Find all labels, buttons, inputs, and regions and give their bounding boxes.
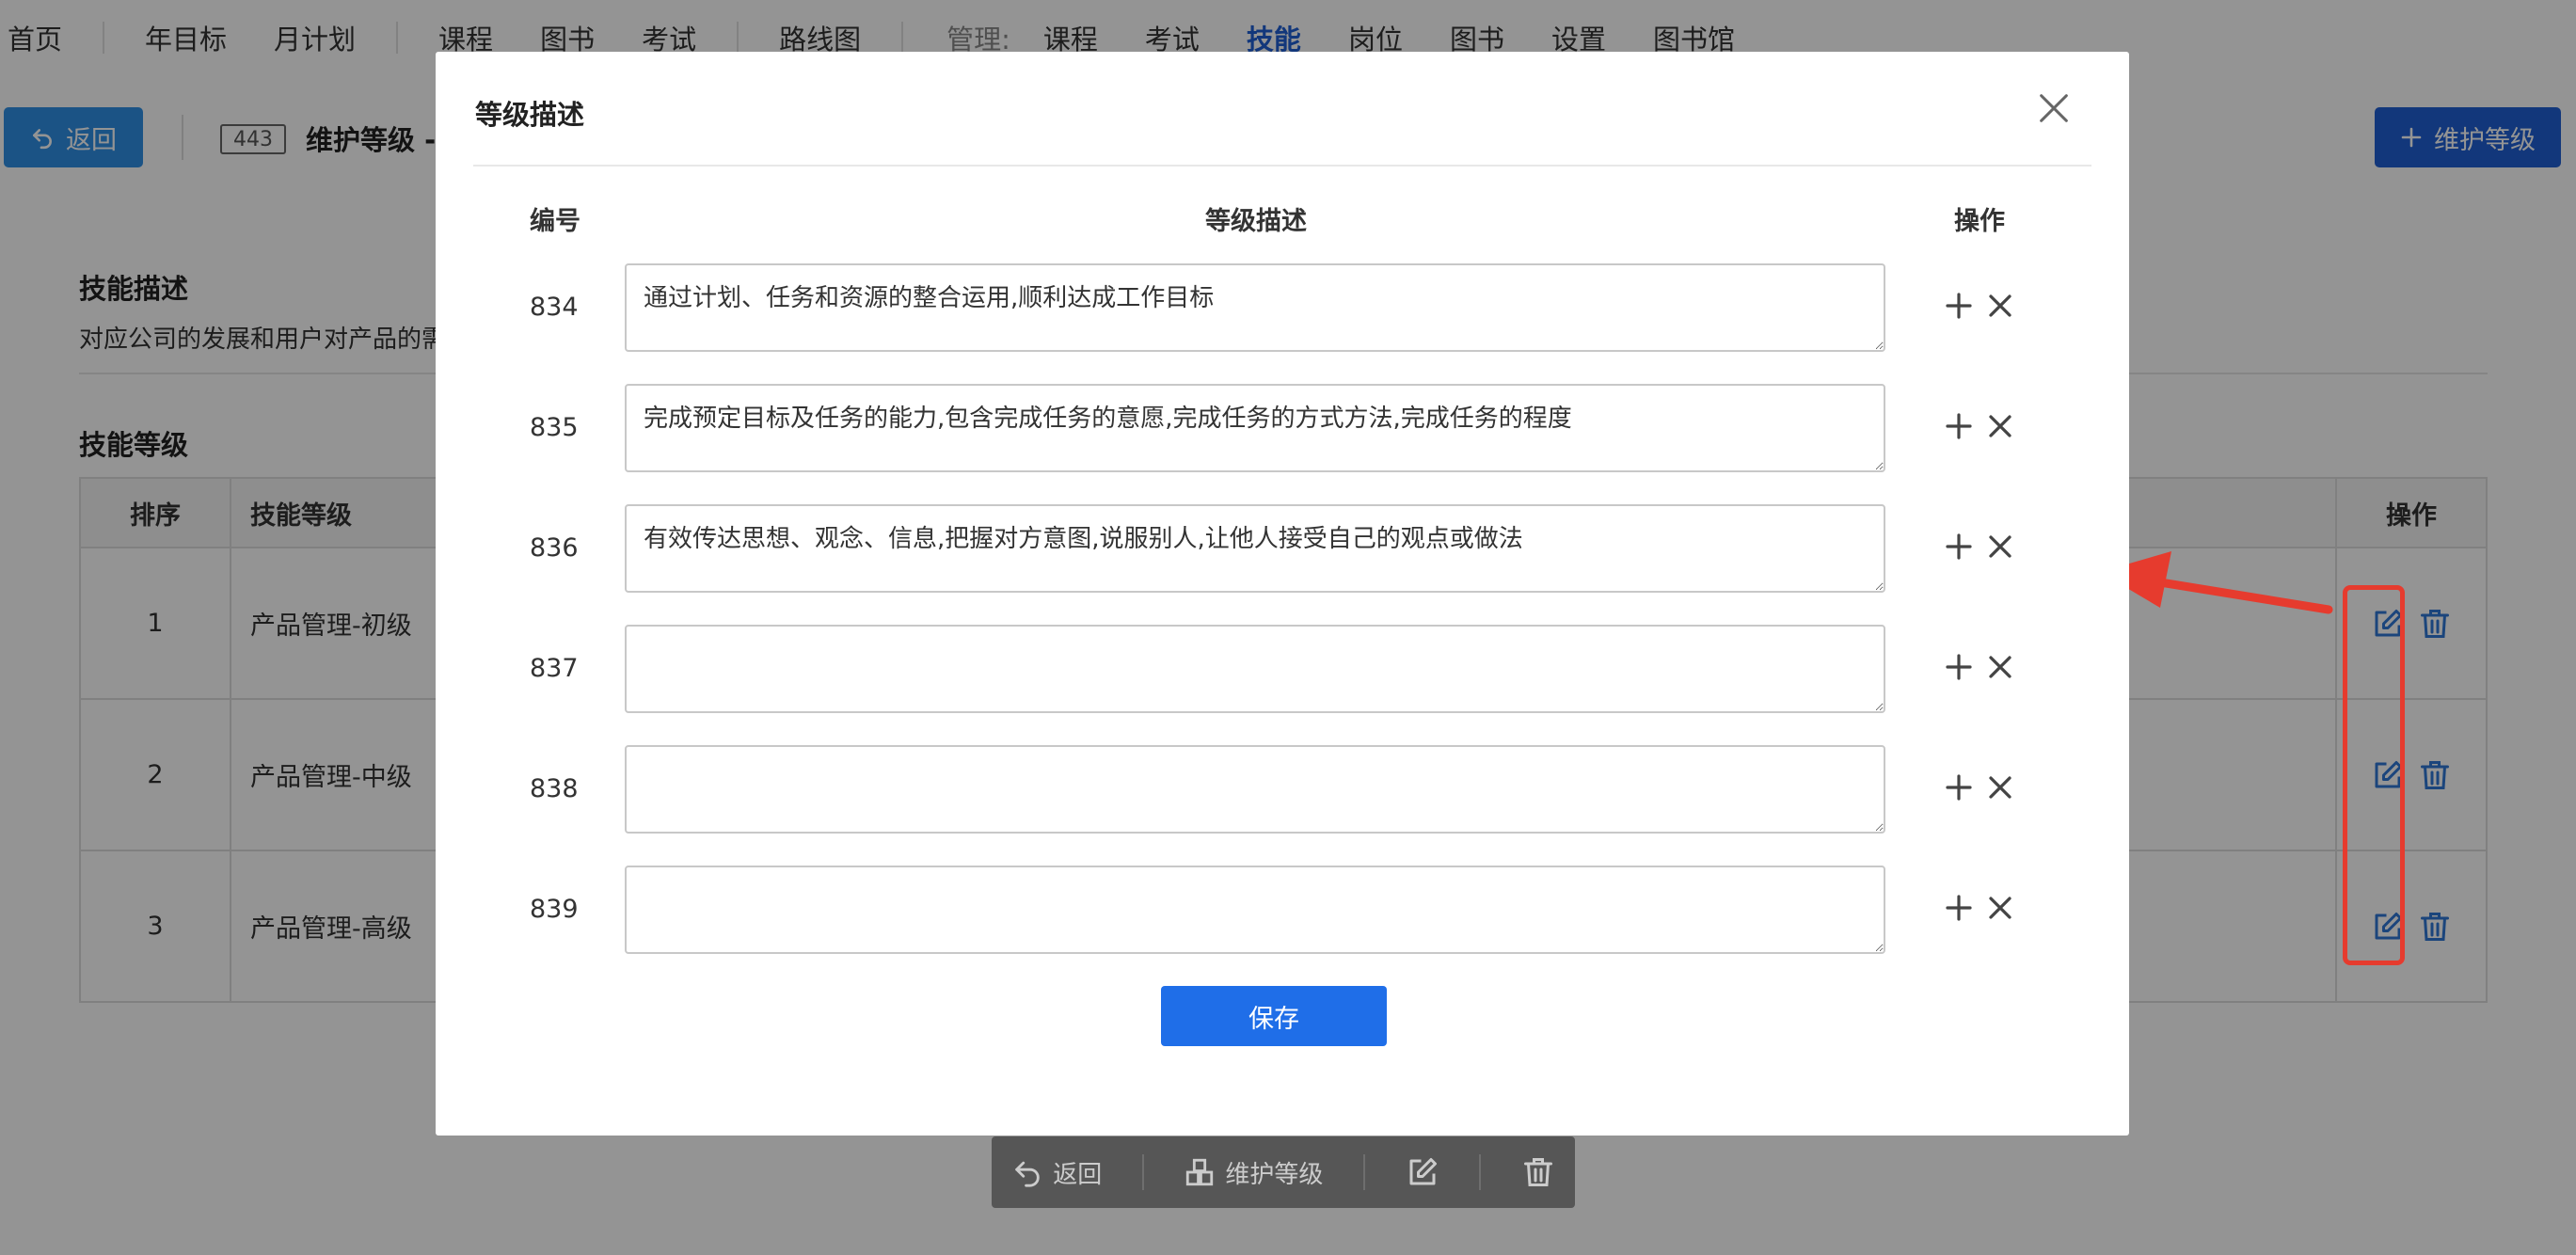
- annotation-highlight-box: [2343, 585, 2405, 965]
- save-button[interactable]: 保存: [1161, 986, 1387, 1046]
- level-row-id: 835: [530, 413, 579, 442]
- modal-header-divider: [473, 165, 2091, 167]
- level-description-textarea[interactable]: [625, 866, 1885, 954]
- annotation-arrow: [2100, 551, 2333, 614]
- plus-icon[interactable]: [1944, 652, 1974, 682]
- plus-icon[interactable]: [1944, 532, 1974, 562]
- close-icon[interactable]: [1986, 894, 2014, 922]
- level-row-id: 834: [530, 293, 579, 322]
- toolbar-separator: [1479, 1154, 1482, 1190]
- modal-title: 等级描述: [475, 99, 585, 131]
- level-description-textarea[interactable]: [625, 625, 1885, 713]
- plus-icon[interactable]: [1944, 291, 1974, 321]
- grid-icon: [1184, 1156, 1216, 1188]
- close-icon[interactable]: [1986, 532, 2014, 561]
- col-ops-header: 操作: [1954, 207, 2005, 236]
- close-icon[interactable]: [1986, 653, 2014, 681]
- close-icon[interactable]: [2035, 89, 2073, 127]
- plus-icon[interactable]: [1944, 893, 1974, 923]
- toolbar-maintain-level-button[interactable]: 维护等级: [1184, 1155, 1323, 1190]
- level-row-id: 839: [530, 895, 579, 924]
- col-id-header: 编号: [530, 207, 580, 236]
- col-desc-header: 等级描述: [1205, 207, 1307, 236]
- toolbar-maintain-level-label: 维护等级: [1225, 1160, 1324, 1189]
- level-row-id: 838: [530, 774, 579, 803]
- level-description-textarea[interactable]: [625, 745, 1885, 834]
- level-description-textarea[interactable]: 完成预定目标及任务的能力,包含完成任务的意愿,完成任务的方式方法,完成任务的程度: [625, 384, 1885, 472]
- toolbar-delete-button[interactable]: [1521, 1155, 1555, 1189]
- level-description-textarea[interactable]: 有效传达思想、观念、信息,把握对方意图,说服别人,让他人接受自己的观点或做法: [625, 504, 1885, 593]
- toolbar-edit-button[interactable]: [1406, 1155, 1439, 1189]
- close-icon[interactable]: [1986, 412, 2014, 440]
- level-row-id: 837: [530, 654, 579, 683]
- toolbar-separator: [1141, 1154, 1144, 1190]
- plus-icon[interactable]: [1944, 411, 1974, 441]
- trash-icon: [1521, 1155, 1555, 1189]
- bottom-toolbar: 返回 维护等级: [992, 1136, 1575, 1208]
- level-description-textarea[interactable]: 通过计划、任务和资源的整合运用,顺利达成工作目标: [625, 263, 1885, 352]
- close-icon[interactable]: [1986, 773, 2014, 802]
- close-icon[interactable]: [1986, 292, 2014, 320]
- level-row-id: 836: [530, 533, 579, 563]
- back-arrow-icon: [1011, 1156, 1043, 1188]
- toolbar-back-button[interactable]: 返回: [1011, 1155, 1102, 1190]
- toolbar-back-label: 返回: [1053, 1160, 1103, 1189]
- edit-icon: [1406, 1155, 1439, 1189]
- plus-icon[interactable]: [1944, 772, 1974, 802]
- level-description-modal: 等级描述 编号 等级描述 操作 834 通过计划、任务和资源的整合运用,顺利达成…: [436, 52, 2129, 1136]
- toolbar-separator: [1363, 1154, 1365, 1190]
